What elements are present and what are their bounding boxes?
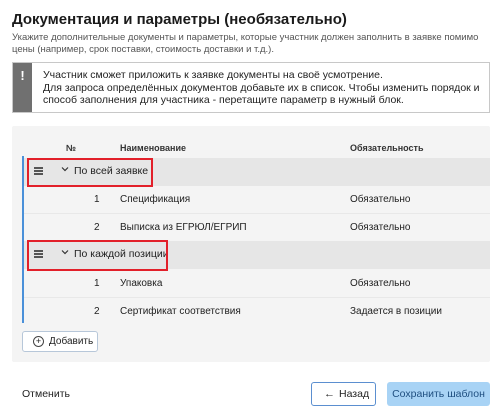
row-number: 1 <box>94 194 100 205</box>
group-row-each-position[interactable]: По каждой позиции <box>24 241 490 269</box>
add-button[interactable]: + Добавить <box>22 331 98 352</box>
row-name: Сертификат соответствия <box>120 306 241 317</box>
info-line-2: Для запроса определённых документов доба… <box>43 81 480 107</box>
drag-handle-icon[interactable] <box>34 167 43 175</box>
row-required: Задается в позиции <box>350 306 442 317</box>
row-required: Обязательно <box>350 194 411 205</box>
row-name: Выписка из ЕГРЮЛ/ЕГРИП <box>120 222 247 233</box>
plus-circle-icon: + <box>33 336 44 347</box>
page-subtitle: Укажите дополнительные документы и парам… <box>12 32 479 55</box>
group-label: По всей заявке <box>74 165 149 177</box>
save-template-button[interactable]: Сохранить шаблон <box>387 382 490 406</box>
exclamation-icon: ! <box>20 68 25 83</box>
table-row[interactable]: 1 Спецификация Обязательно <box>24 186 490 212</box>
drag-handle-icon[interactable] <box>34 250 43 258</box>
group-label: По каждой позиции <box>74 248 169 260</box>
row-required: Обязательно <box>350 222 411 233</box>
group-row-whole-application[interactable]: По всей заявке <box>24 158 490 186</box>
info-line-1: Участник сможет приложить к заявке докум… <box>43 69 383 81</box>
row-number: 2 <box>94 222 100 233</box>
column-header-required: Обязательность <box>350 143 424 153</box>
back-button-label: Назад <box>339 388 370 400</box>
row-name: Спецификация <box>120 194 191 205</box>
row-required: Обязательно <box>350 278 411 289</box>
row-number: 1 <box>94 278 100 289</box>
table-row[interactable]: 2 Выписка из ЕГРЮЛ/ЕГРИП Обязательно <box>24 213 490 239</box>
column-header-name: Наименование <box>120 143 187 153</box>
chevron-down-icon[interactable] <box>61 248 69 256</box>
back-button[interactable]: ← Назад <box>311 382 376 406</box>
table-row[interactable]: 2 Сертификат соответствия Задается в поз… <box>24 297 490 323</box>
row-number: 2 <box>94 306 100 317</box>
table-row[interactable]: 1 Упаковка Обязательно <box>24 270 490 296</box>
add-button-label: Добавить <box>49 336 94 347</box>
arrow-left-icon: ← <box>324 388 335 400</box>
row-name: Упаковка <box>120 278 163 289</box>
info-sidebar: ! <box>13 63 32 112</box>
column-header-no: № <box>66 143 77 153</box>
page-title: Документация и параметры (необязательно) <box>12 11 347 28</box>
cancel-link[interactable]: Отменить <box>22 388 70 400</box>
info-box: ! Участник сможет приложить к заявке док… <box>12 62 490 113</box>
info-text: Участник сможет приложить к заявке докум… <box>43 69 483 107</box>
chevron-down-icon[interactable] <box>61 165 69 173</box>
